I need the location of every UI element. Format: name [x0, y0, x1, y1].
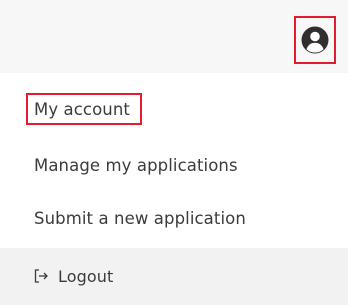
menu-item-my-account[interactable]: My account — [0, 85, 348, 135]
account-menu-button[interactable] — [294, 16, 336, 64]
menu-item-logout[interactable]: Logout — [0, 248, 348, 305]
logout-label: Logout — [58, 267, 114, 286]
account-dropdown-menu: My account Manage my applications Submit… — [0, 73, 348, 305]
top-bar — [0, 0, 348, 73]
my-account-label: My account — [34, 99, 130, 119]
logout-icon — [34, 269, 48, 283]
user-circle-icon — [301, 26, 329, 54]
menu-item-submit-application[interactable]: Submit a new application — [0, 193, 348, 243]
menu-item-manage-applications[interactable]: Manage my applications — [0, 140, 348, 190]
manage-applications-label: Manage my applications — [34, 155, 238, 175]
submit-application-label: Submit a new application — [34, 208, 246, 228]
my-account-highlight: My account — [26, 93, 142, 125]
